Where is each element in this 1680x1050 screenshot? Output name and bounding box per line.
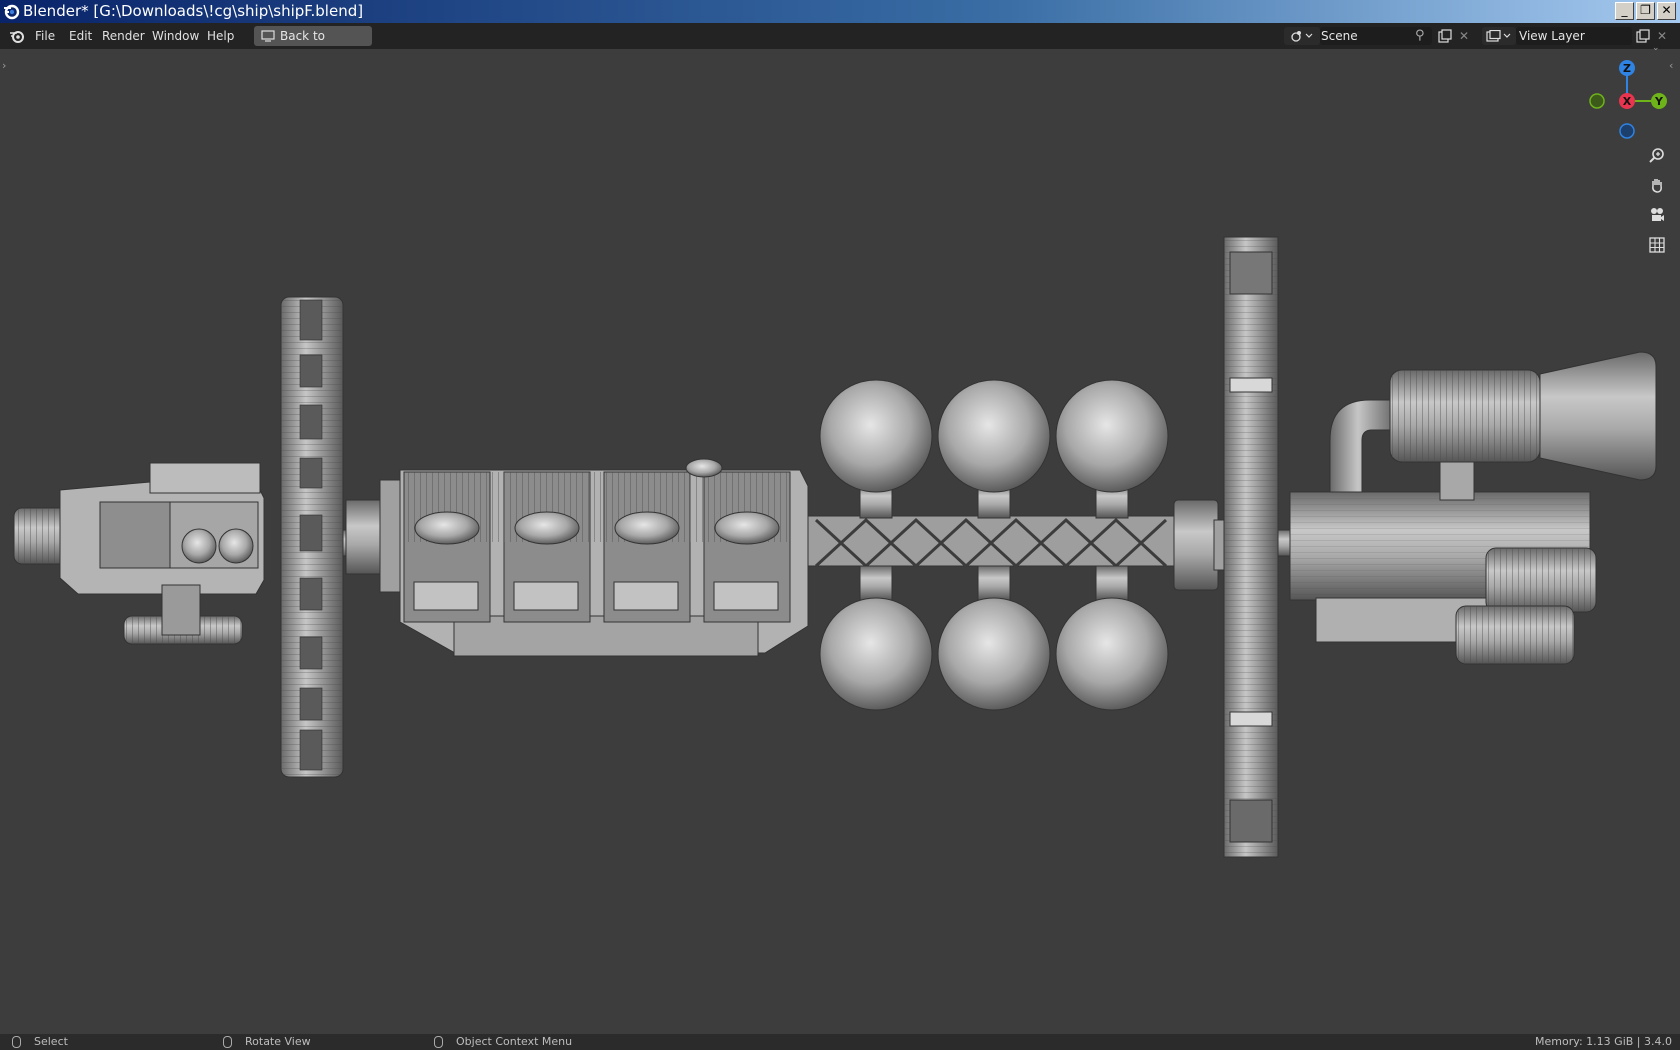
menu-render[interactable]: Render: [102, 23, 145, 49]
delete-scene-icon[interactable]: ✕: [1459, 23, 1469, 49]
3d-viewport[interactable]: › ‹ ⌄ Z X Y: [0, 43, 1680, 1034]
pin-icon[interactable]: ⚲: [1415, 23, 1425, 49]
view-layer-type-dropdown[interactable]: [1482, 27, 1516, 45]
new-scene-icon[interactable]: [1438, 29, 1452, 43]
status-select: Select: [34, 1035, 68, 1048]
spaceship-model: [13, 236, 1657, 858]
window-title-bar: Blender* [G:\Downloads\!cg\ship\shipF.bl…: [0, 0, 1680, 23]
ortho-grid-icon[interactable]: [1644, 232, 1670, 258]
scene-icon: [1291, 31, 1313, 42]
menu-edit[interactable]: Edit: [69, 23, 92, 49]
axis-x-label: X: [1623, 95, 1632, 108]
view-layer-icon: [1486, 30, 1511, 42]
zoom-icon[interactable]: [1644, 142, 1670, 168]
status-memory: Memory: 1.13 GiB | 3.4.0: [1535, 1035, 1672, 1048]
close-button[interactable]: ✕: [1657, 2, 1676, 20]
mouse-middle-icon: [223, 1036, 232, 1048]
status-bar: Select Rotate View Object Context Menu M…: [0, 1034, 1680, 1050]
view-layer-name-field[interactable]: View Layer: [1516, 27, 1632, 45]
axis-z-label: Z: [1623, 62, 1631, 75]
back-to-previous-button[interactable]: Back to Previous: [254, 26, 372, 63]
new-view-layer-icon[interactable]: [1636, 29, 1650, 43]
navigation-gizmo[interactable]: Z X Y: [1584, 55, 1674, 145]
view-layer-name: View Layer: [1519, 29, 1585, 43]
blender-logo-icon: [4, 4, 20, 20]
window-title: Blender* [G:\Downloads\!cg\ship\shipF.bl…: [23, 2, 364, 20]
camera-view-icon[interactable]: [1644, 202, 1670, 228]
pan-hand-icon[interactable]: [1644, 172, 1670, 198]
restore-button[interactable]: ❐: [1636, 2, 1655, 20]
scene-type-dropdown[interactable]: [1284, 27, 1320, 45]
axis-y-label: Y: [1654, 95, 1664, 108]
mouse-left-icon: [12, 1036, 21, 1048]
screen-icon: [261, 30, 275, 42]
scene-name: Scene: [1321, 29, 1358, 43]
top-menu-bar: File Edit Render Window Help Back to Pre…: [0, 23, 1680, 63]
menu-file[interactable]: File: [35, 23, 55, 49]
menu-window[interactable]: Window: [152, 23, 199, 49]
blender-menu-icon[interactable]: [9, 29, 25, 43]
minimize-button[interactable]: _: [1615, 2, 1634, 20]
menu-help[interactable]: Help: [207, 23, 234, 49]
status-rotate-view: Rotate View: [245, 1035, 311, 1048]
status-context-menu: Object Context Menu: [456, 1035, 573, 1048]
mouse-right-icon: [434, 1036, 443, 1048]
